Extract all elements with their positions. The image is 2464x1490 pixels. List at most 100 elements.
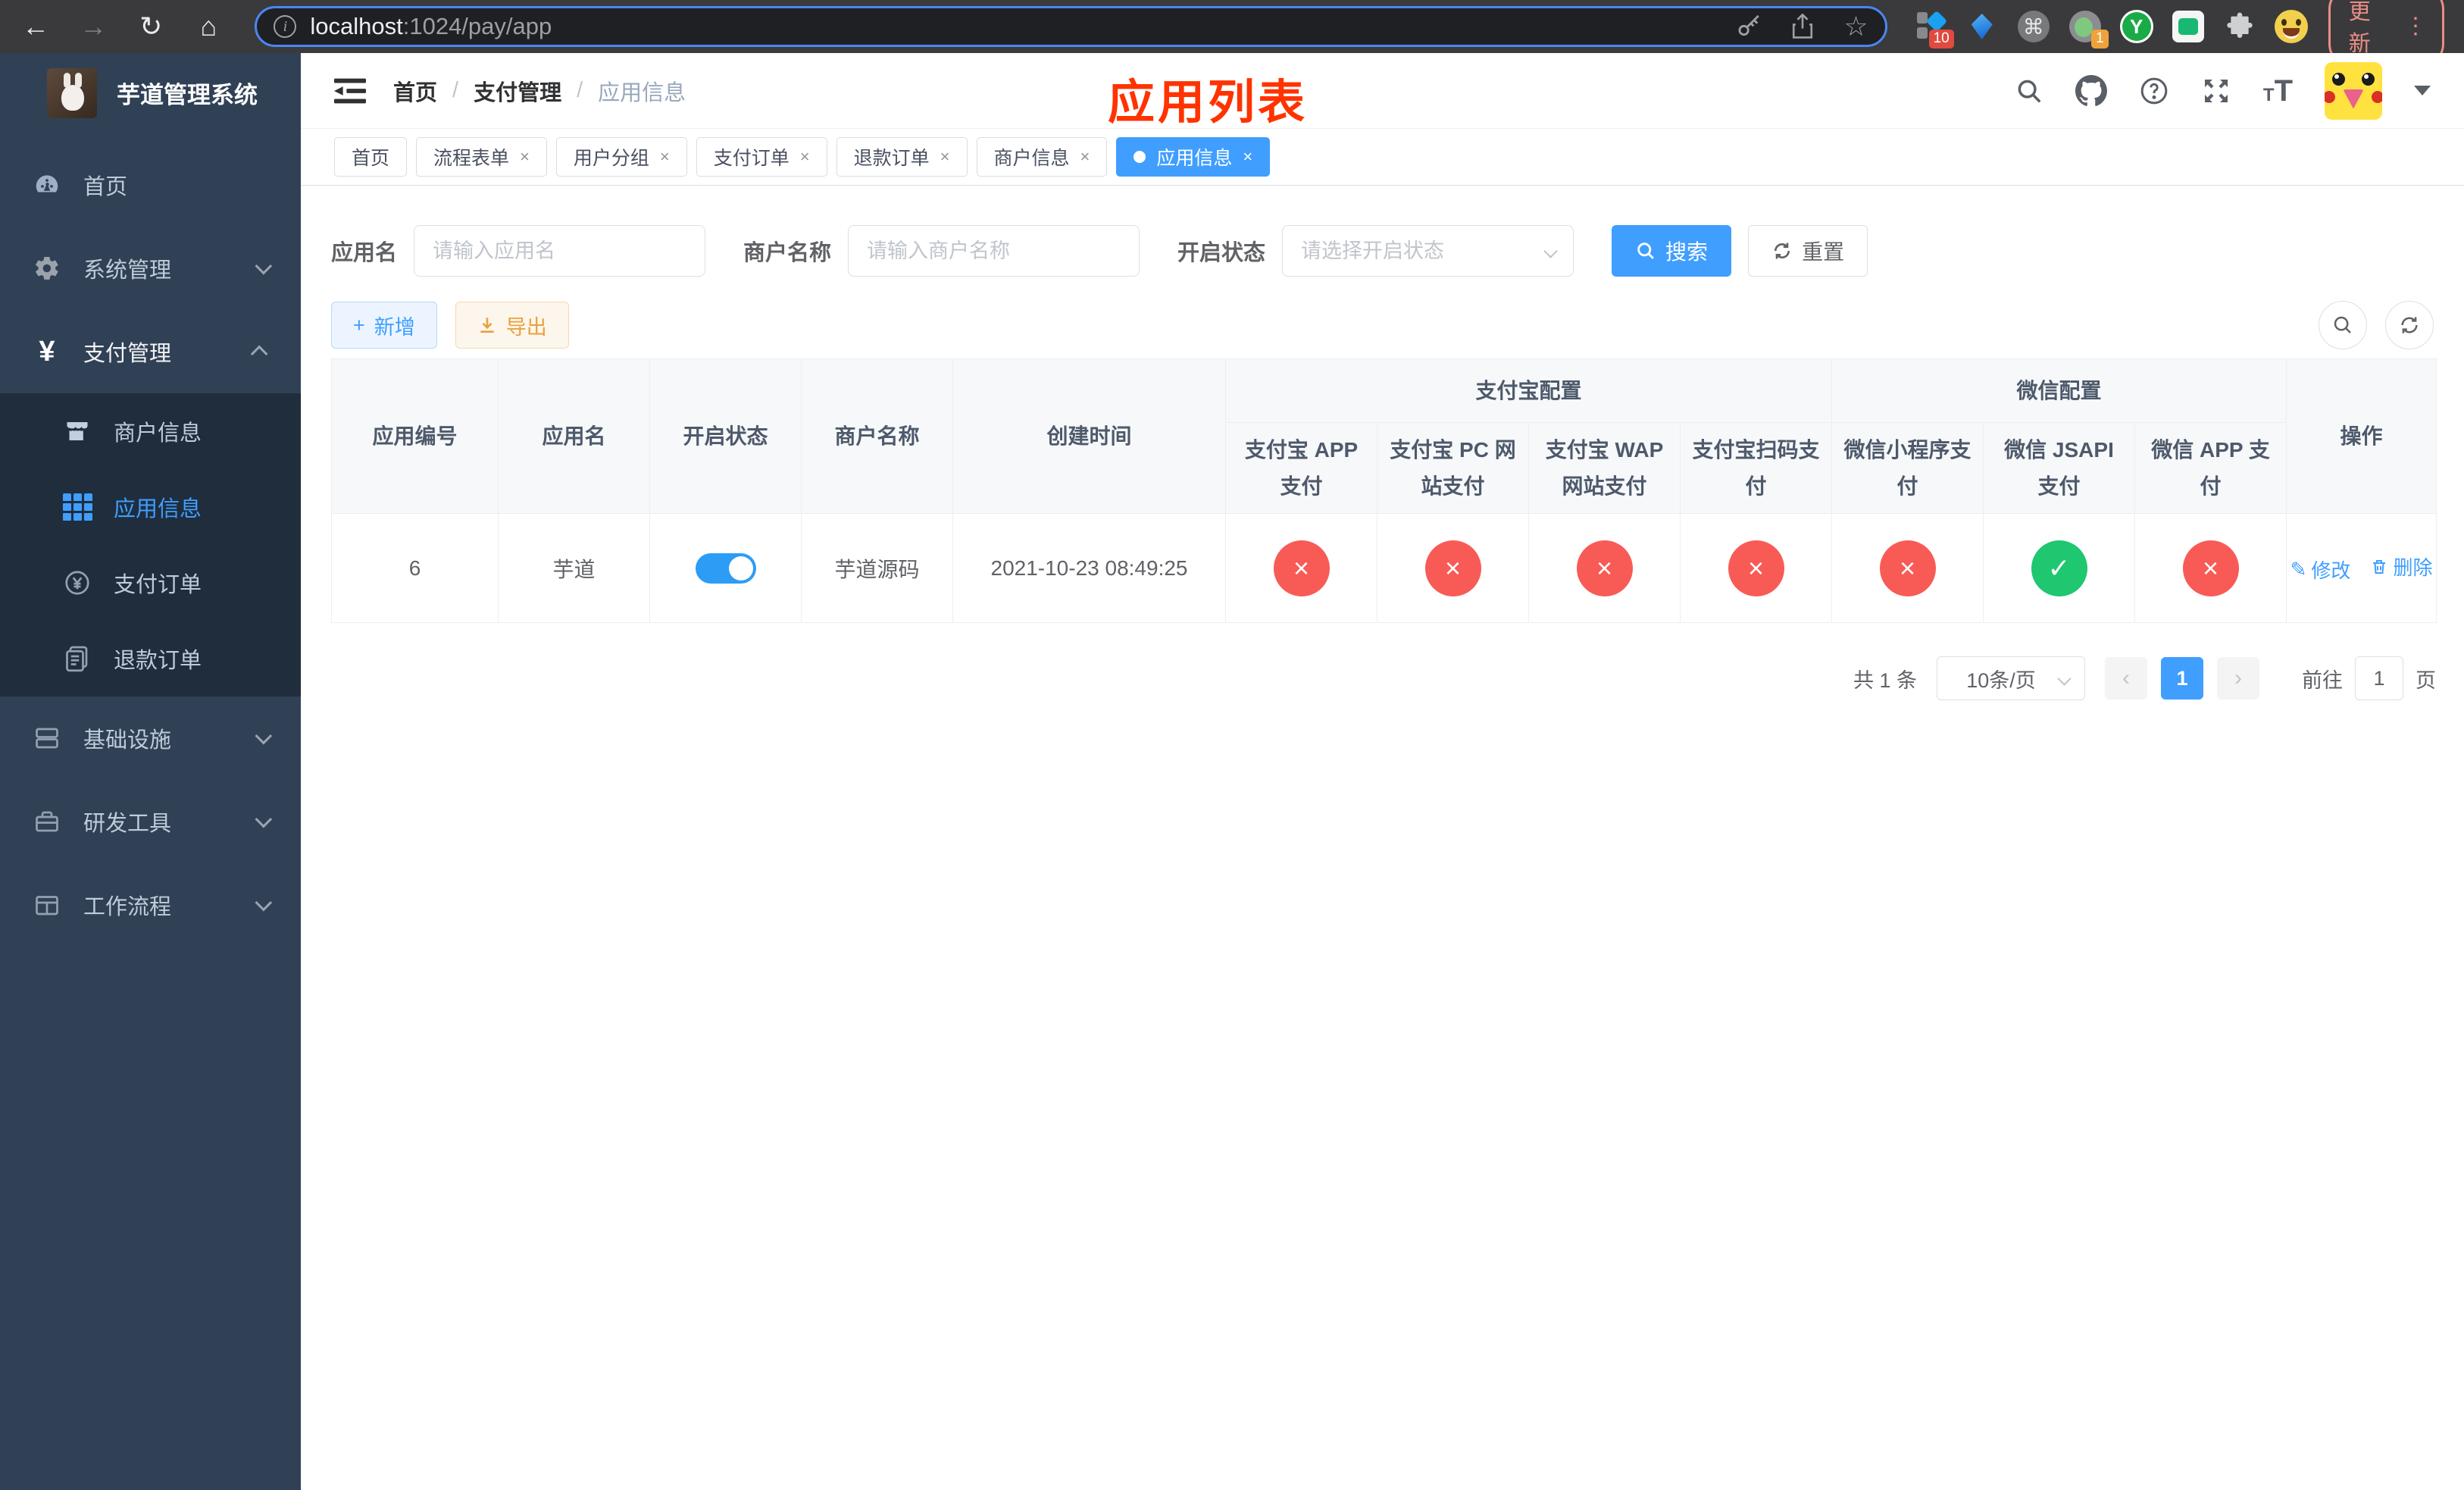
font-size-icon[interactable]: TT	[2263, 76, 2293, 106]
col-header-id: 应用编号	[331, 358, 499, 514]
add-button[interactable]: + 新增	[331, 302, 437, 349]
sidebar-item-refund-order[interactable]: 退款订单	[0, 621, 301, 696]
sidebar-item-pay-order[interactable]: 支付订单	[0, 545, 301, 621]
forward-icon[interactable]: →	[77, 11, 109, 42]
ext-chat-icon[interactable]	[2171, 9, 2206, 44]
user-avatar[interactable]	[2325, 61, 2382, 120]
alipay-wap-status-button[interactable]: ×	[1576, 540, 1633, 596]
refresh-icon	[2401, 317, 2418, 333]
extensions-area: 10 ⌘ 1 Y	[1913, 9, 2309, 49]
next-page-button[interactable]: ›	[2217, 657, 2259, 700]
alipay-pc-status-button[interactable]: ×	[1424, 540, 1481, 596]
github-icon[interactable]	[2075, 74, 2107, 107]
col-header-wx-jsapi: 微信 JSAPI 支付	[1983, 422, 2136, 514]
sidebar-item-app-info[interactable]: 应用信息	[0, 469, 301, 545]
chrome-menu-icon[interactable]: ⋮	[2404, 13, 2427, 39]
yen-circle-icon	[61, 569, 94, 596]
sidebar-fold-icon[interactable]	[334, 77, 366, 105]
app-table: 应用编号 应用名 开启状态 商户名称 创建时间 支付宝配置 微信配置 操作 支付…	[331, 358, 2437, 623]
alipay-app-status-button[interactable]: ×	[1273, 540, 1330, 596]
close-icon[interactable]: ×	[1243, 149, 1252, 165]
edit-pencil-icon: ✎	[2290, 557, 2307, 581]
page-unit-label: 页	[2416, 668, 2436, 692]
sidebar-item-label: 系统管理	[83, 258, 172, 283]
ext-sidebar-icon[interactable]: 10	[1913, 9, 1954, 49]
close-icon[interactable]: ×	[800, 149, 810, 165]
payment-submenu: 商户信息 应用信息 支付订单 退款订单	[0, 393, 301, 696]
sidebar-item-label: 退款订单	[114, 649, 202, 673]
page-number-1[interactable]: 1	[2161, 657, 2203, 700]
ext-command-icon[interactable]: ⌘	[2016, 9, 2051, 44]
sidebar-item-payment[interactable]: ¥ 支付管理	[0, 310, 301, 393]
home-icon[interactable]: ⌂	[192, 11, 224, 42]
page-size-select[interactable]: 10条/页	[1937, 656, 2085, 700]
merchant-name-input[interactable]	[848, 225, 1140, 277]
tab-user-group[interactable]: 用户分组 ×	[555, 137, 687, 177]
status-label: 开启状态	[1177, 241, 1266, 265]
close-icon[interactable]: ×	[520, 149, 530, 165]
search-button[interactable]: 搜索	[1612, 225, 1732, 277]
share-icon[interactable]	[1790, 14, 1815, 39]
breadcrumb-home[interactable]: 首页	[393, 75, 437, 107]
sidebar-item-infrastructure[interactable]: 基础设施	[0, 696, 301, 780]
breadcrumb-payment[interactable]: 支付管理	[474, 75, 561, 107]
wx-mini-status-button[interactable]: ×	[1879, 540, 1936, 596]
status-toggle[interactable]	[695, 552, 756, 584]
cell-merchant: 芋道源码	[801, 513, 953, 623]
edit-link[interactable]: ✎ 修改	[2290, 556, 2351, 584]
search-icon[interactable]	[2015, 77, 2043, 105]
sidebar-item-merchant-info[interactable]: 商户信息	[0, 393, 301, 469]
navbar-actions: TT	[2015, 61, 2431, 120]
bookmark-star-icon[interactable]: ☆	[1843, 13, 1868, 40]
wx-app-status-button[interactable]: ×	[2182, 540, 2239, 596]
close-icon[interactable]: ×	[940, 149, 950, 165]
sidebar-item-label: 研发工具	[83, 812, 172, 836]
group-header-alipay: 支付宝配置	[1224, 358, 1833, 423]
back-icon[interactable]: ←	[20, 11, 52, 42]
export-button[interactable]: 导出	[455, 302, 569, 349]
user-menu-caret-icon[interactable]	[2414, 86, 2431, 95]
reload-icon[interactable]: ↻	[135, 11, 167, 42]
app-logo[interactable]: 芋道管理系统	[0, 53, 301, 133]
app-name-input[interactable]	[414, 225, 706, 277]
tab-merchant-info[interactable]: 商户信息 ×	[976, 137, 1108, 177]
col-header-wx-app: 微信 APP 支付	[2134, 422, 2287, 514]
tab-refund-order[interactable]: 退款订单 ×	[836, 137, 968, 177]
wx-jsapi-status-button[interactable]: ✓	[2031, 540, 2087, 596]
close-icon[interactable]: ×	[1080, 149, 1090, 165]
pagination: 共 1 条 10条/页 ‹ 1 › 前往 页	[331, 656, 2436, 700]
sidebar-item-label: 支付订单	[114, 573, 202, 597]
close-icon[interactable]: ×	[660, 149, 670, 165]
alipay-scan-status-button[interactable]: ×	[1728, 540, 1784, 596]
tab-pay-order[interactable]: 支付订单 ×	[696, 137, 827, 177]
ext-emoji-icon[interactable]	[2274, 9, 2309, 44]
chevron-down-icon	[255, 810, 273, 828]
ext-yudao-icon[interactable]: Y	[2119, 9, 2154, 44]
toggle-search-button[interactable]	[2319, 301, 2367, 349]
sidebar-item-dev-tools[interactable]: 研发工具	[0, 780, 301, 863]
col-header-alipay-pc: 支付宝 PC 网站支付	[1377, 422, 1529, 514]
toolbar: + 新增 导出	[331, 301, 2434, 349]
tab-home[interactable]: 首页	[334, 137, 408, 177]
site-info-icon[interactable]: i	[274, 15, 297, 38]
help-icon[interactable]	[2139, 76, 2169, 106]
fullscreen-icon[interactable]	[2201, 76, 2231, 106]
delete-link[interactable]: 删除	[2370, 552, 2432, 581]
reset-button[interactable]: 重置	[1748, 225, 1868, 277]
refresh-table-button[interactable]	[2385, 301, 2434, 349]
col-header-merchant: 商户名称	[801, 358, 953, 514]
status-select[interactable]	[1282, 225, 1574, 277]
sidebar-item-system[interactable]: 系统管理	[0, 227, 301, 310]
ext-kite-icon[interactable]	[1965, 9, 2000, 44]
prev-page-button[interactable]: ‹	[2105, 657, 2147, 700]
goto-page-input[interactable]	[2355, 656, 2403, 700]
sidebar-item-home[interactable]: 首页	[0, 143, 301, 227]
tab-process-form[interactable]: 流程表单 ×	[416, 137, 547, 177]
password-key-icon[interactable]	[1736, 14, 1762, 39]
address-bar[interactable]: i localhost:1024/pay/app ☆	[255, 6, 1887, 47]
ext-recorder-icon[interactable]: 1	[2068, 9, 2109, 49]
server-box-icon	[30, 725, 64, 752]
tab-app-info[interactable]: 应用信息 ×	[1116, 137, 1271, 177]
sidebar-item-workflow[interactable]: 工作流程	[0, 863, 301, 947]
extensions-puzzle-icon[interactable]	[2222, 9, 2257, 44]
